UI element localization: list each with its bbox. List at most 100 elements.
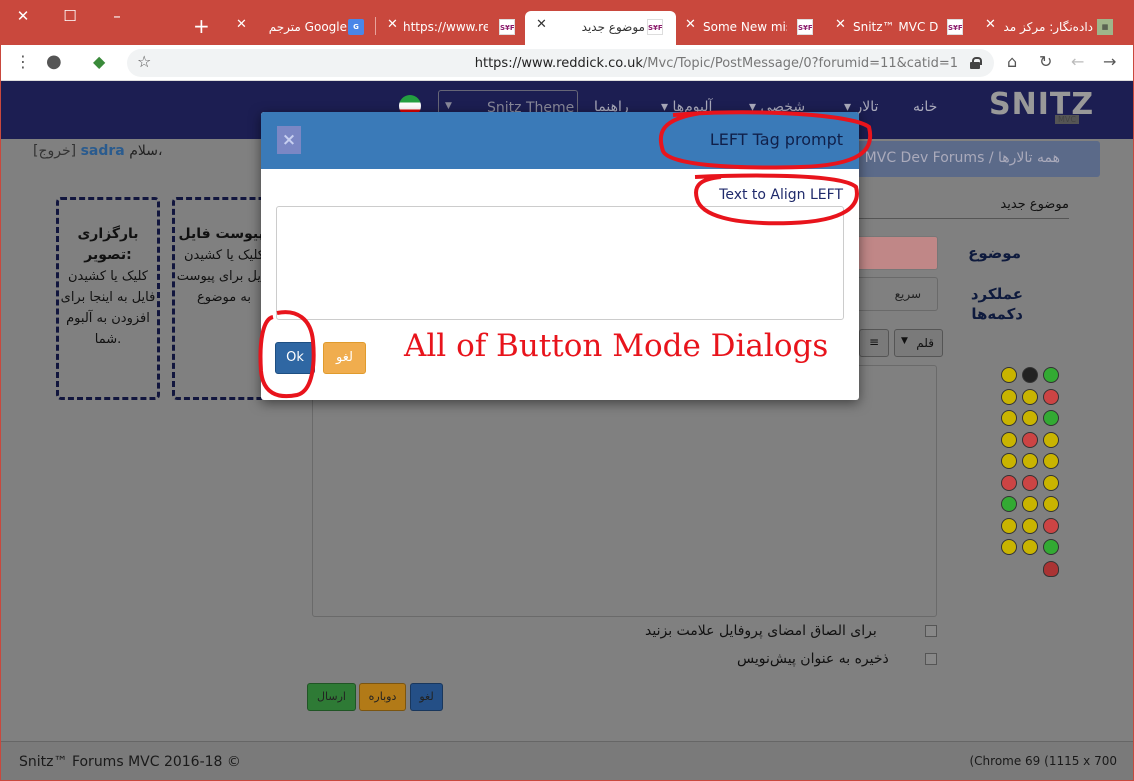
reload-icon[interactable]: ↻ <box>1039 53 1052 71</box>
smiley-icon[interactable] <box>1043 539 1059 555</box>
send-button[interactable]: ارسال <box>307 683 356 711</box>
ok-button[interactable]: Ok <box>275 342 315 374</box>
breadcrumb: Snitz™ MVC Dev Forums / همه تالارها <box>812 141 1100 177</box>
signature-checkbox-label: برای الصاق امضای پروفایل علامت بزنید <box>645 623 877 639</box>
smiley-icon[interactable] <box>1022 474 1038 491</box>
maximize-window-icon[interactable]: ☐ <box>58 5 82 27</box>
smiley-icon[interactable] <box>1043 496 1059 512</box>
signature-checkbox[interactable] <box>925 625 937 637</box>
smiley-icon[interactable] <box>1043 474 1059 491</box>
smiley-icon[interactable] <box>1001 388 1017 405</box>
breadcrumb-separator: / <box>988 150 994 166</box>
smiley-icon[interactable] <box>1043 388 1059 405</box>
smiley-icon[interactable] <box>1022 517 1038 534</box>
lock-icon <box>970 57 982 69</box>
bookmark-star-icon[interactable]: ☆ <box>137 53 151 71</box>
smiley-icon[interactable] <box>1043 453 1059 469</box>
smiley-icon[interactable] <box>1001 474 1017 491</box>
url-path: /Mvc/Topic/PostMessage/0?forumid=11&cati… <box>642 56 958 71</box>
nav-home[interactable]: خانه <box>913 99 937 115</box>
footer-copyright: Snitz™ Forums MVC 2016-18 © <box>19 754 241 770</box>
upload-image-title: بارگزاری تصویر: <box>77 226 139 263</box>
smiley-icon[interactable] <box>1022 539 1038 555</box>
upload-image-dropzone[interactable]: بارگزاری تصویر: کلیک یا کشیدن فایل به ای… <box>56 197 160 400</box>
smiley-icon[interactable] <box>1001 539 1017 555</box>
tab-reddick[interactable]: ✕ https://www.red S¥F <box>387 11 517 45</box>
smiley-icon[interactable] <box>1043 517 1059 534</box>
smiley-icon[interactable] <box>1022 388 1038 405</box>
close-tab-icon[interactable]: ✕ <box>985 17 996 32</box>
smiley-icon[interactable] <box>1043 367 1059 383</box>
snitz-logo[interactable]: SNITZ MVC <box>989 87 1095 127</box>
username-link[interactable]: sadra <box>81 143 125 159</box>
tab-separator <box>375 17 376 35</box>
smiley-icon[interactable] <box>1043 560 1059 577</box>
attach-file-text: کلیک یا کشیدن فایل برای پیوست به موضوع <box>176 248 272 305</box>
smiley-icon[interactable] <box>1022 431 1038 448</box>
site-favicon-icon: ▦ <box>1097 19 1113 35</box>
upload-image-text: کلیک یا کشیدن فایل به اینجا برای افزودن … <box>60 269 156 347</box>
align-text-input[interactable] <box>276 206 844 320</box>
tab-title: https://www.red <box>403 20 488 34</box>
smiley-icon[interactable] <box>1043 431 1059 448</box>
font-button-label: قلم <box>916 336 934 350</box>
snitz-favicon-icon: S¥F <box>797 19 813 35</box>
button-mode-label: عملکرد دکمه‌ها <box>970 285 1023 323</box>
smiley-icon[interactable] <box>1001 453 1017 469</box>
smiley-icon[interactable] <box>1001 410 1017 426</box>
forward-icon[interactable]: ← <box>1071 53 1084 71</box>
close-tab-icon[interactable]: ✕ <box>236 17 247 32</box>
close-tab-icon[interactable]: ✕ <box>387 17 398 32</box>
tab-snitz-mvc-dev[interactable]: ✕ Snitz™ MVC Dev S¥F <box>835 11 965 45</box>
smiley-icon[interactable] <box>1022 367 1038 383</box>
tab-google-translate[interactable]: ✕ مترجم Google G <box>236 11 368 45</box>
dialog-title: LEFT Tag prompt <box>709 130 843 149</box>
profile-icon[interactable]: ● <box>46 53 62 71</box>
close-tab-icon[interactable]: ✕ <box>536 17 547 32</box>
font-dropdown-button[interactable]: ▼ قلم <box>894 329 943 357</box>
draft-checkbox-label: ذخیره به عنوان پیش‌نویس <box>737 651 889 667</box>
breadcrumb-all-forums[interactable]: همه تالارها <box>998 150 1060 166</box>
minimize-window-icon[interactable]: – <box>105 5 129 27</box>
tab-bar: ✕ ☐ – + ✕ مترجم Google G ✕ https://www.r… <box>1 1 1133 45</box>
home-icon[interactable]: ⌂ <box>1007 53 1017 71</box>
smiley-icon[interactable] <box>1043 410 1059 426</box>
browser-toolbar: ⋮ ● ◆ ☆ https://www.reddick.co.uk/Mvc/To… <box>1 45 1133 81</box>
message-editor[interactable] <box>312 365 937 617</box>
footer: Snitz™ Forums MVC 2016-18 © (Chrome 69 (… <box>1 741 1133 780</box>
cancel-form-button[interactable]: لغو <box>410 683 443 711</box>
smiley-icon[interactable] <box>1001 517 1017 534</box>
snitz-favicon-icon: S¥F <box>947 19 963 35</box>
smiley-icon[interactable] <box>1001 496 1017 512</box>
smiley-icon[interactable] <box>1001 367 1017 383</box>
close-window-icon[interactable]: ✕ <box>11 5 35 27</box>
address-bar[interactable]: ☆ https://www.reddick.co.uk/Mvc/Topic/Po… <box>127 49 994 77</box>
dialog-cancel-button[interactable]: لغو <box>323 342 366 374</box>
close-tab-icon[interactable]: ✕ <box>685 17 696 32</box>
close-tab-icon[interactable]: ✕ <box>835 17 846 32</box>
subject-label: موضوع <box>968 244 1021 262</box>
preview-button[interactable]: دوباره <box>359 683 406 711</box>
new-tab-button[interactable]: + <box>193 16 210 36</box>
back-icon[interactable]: → <box>1103 53 1116 71</box>
draft-checkbox-row[interactable]: ذخیره به عنوان پیش‌نویس <box>737 651 937 667</box>
dialog-header: × LEFT Tag prompt <box>261 112 859 169</box>
snitz-favicon-icon: S¥F <box>499 19 515 35</box>
url-text[interactable]: https://www.reddick.co.uk/Mvc/Topic/Post… <box>475 56 958 71</box>
draft-checkbox[interactable] <box>925 653 937 665</box>
align-button[interactable]: ≡ <box>859 329 889 357</box>
signature-checkbox-row[interactable]: برای الصاق امضای پروفایل علامت بزنید <box>645 623 937 639</box>
extension-icon[interactable]: ◆ <box>93 53 105 71</box>
smiley-icon[interactable] <box>1022 453 1038 469</box>
smiley-icon[interactable] <box>1022 410 1038 426</box>
smiley-icon[interactable] <box>1001 431 1017 448</box>
tab-dadehnegar[interactable]: ✕ دادەنگار: مرکز مد ▦ <box>985 11 1119 45</box>
tab-some-new[interactable]: ✕ Some New miss S¥F <box>685 11 815 45</box>
annotation-text: All of Button Mode Dialogs <box>404 328 829 364</box>
menu-icon[interactable]: ⋮ <box>15 53 31 71</box>
smiley-icon[interactable] <box>1022 496 1038 512</box>
dialog-close-button[interactable]: × <box>277 126 301 154</box>
greeting-text: سلام، <box>129 143 163 159</box>
tab-new-topic-active[interactable]: ✕ موضوع جدید S¥F <box>525 11 676 45</box>
logout-link[interactable]: [خروج] <box>33 143 76 159</box>
